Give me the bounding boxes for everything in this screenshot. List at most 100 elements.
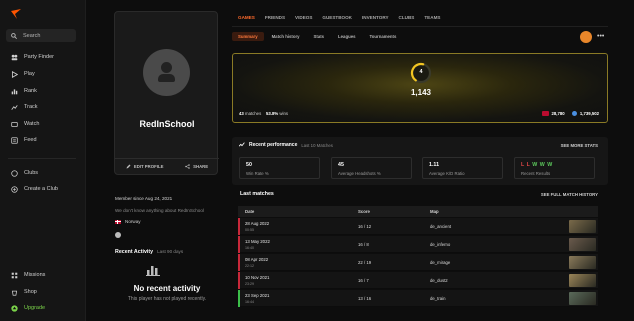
stat-value: 50 <box>246 162 252 168</box>
table-row[interactable]: 23 Sep 2021 16:44 13 / 16 de_train <box>238 290 598 307</box>
feed-icon <box>10 136 18 144</box>
search-label: Search <box>23 32 41 39</box>
stat-value: 1.11 <box>429 162 440 168</box>
subtab-tournaments[interactable]: Tournaments <box>363 32 402 41</box>
game-select-icon[interactable] <box>580 31 592 43</box>
table-row[interactable]: 28 Aug 2022 00:55 16 / 12 de_ancient <box>238 218 598 235</box>
rankings: 28,780 1,739,502 <box>541 111 599 116</box>
recent-performance-range: Last 10 Matches <box>301 142 333 148</box>
matches-table-header: Date Score Map <box>238 206 598 217</box>
sidebar-item-watch[interactable]: Watch <box>10 119 39 129</box>
search-input[interactable]: Search <box>6 29 76 42</box>
sidebar-item-label: Track <box>24 104 38 110</box>
upgrade-icon <box>10 304 18 312</box>
sidebar-item-play[interactable]: Play <box>10 69 35 79</box>
steam-icon[interactable] <box>115 232 121 238</box>
card-divider <box>115 158 219 159</box>
stat-label: Win Rate % <box>246 171 269 176</box>
table-row[interactable]: 13 May 2022 16:40 16 / 8 de_inferno <box>238 236 598 253</box>
sidebar-item-feed[interactable]: Feed <box>10 135 37 145</box>
performance-icon <box>239 142 245 147</box>
recent-activity-label: Recent Activity <box>115 249 154 255</box>
sidebar-item-label: Feed <box>24 137 37 143</box>
search-icon <box>11 32 17 39</box>
match-time: 00:55 <box>245 228 254 232</box>
avatar-body <box>158 74 175 82</box>
tab-friends[interactable]: FRIENDS <box>265 15 285 20</box>
hero-stats: 43 matches 53.8% wins <box>239 111 288 116</box>
recent-performance-title: Recent performance Last 10 Matches <box>239 142 333 148</box>
pencil-icon <box>126 164 131 169</box>
edit-profile-label: EDIT PROFILE <box>133 164 164 169</box>
share-button[interactable]: SHARE <box>185 164 208 169</box>
result-indicator <box>238 236 240 253</box>
subtab-summary[interactable]: Summary <box>232 32 264 41</box>
sidebar-item-upgrade[interactable]: Upgrade <box>10 303 45 313</box>
subtab-stats[interactable]: Stats <box>308 32 331 41</box>
matches-count: 43 <box>239 111 244 116</box>
recent-activity-title: Recent Activity Last 90 days <box>115 249 183 255</box>
sidebar-item-label: Missions <box>24 272 46 278</box>
header-date: Date <box>245 209 255 214</box>
tab-clubs[interactable]: CLUBS <box>399 15 415 20</box>
sidebar-item-label: Shop <box>24 289 37 295</box>
missions-icon <box>10 271 18 279</box>
sidebar-item-clubs[interactable]: Clubs <box>10 168 38 178</box>
sidebar-item-label: Clubs <box>24 170 39 176</box>
world-rank[interactable]: 1,739,502 <box>580 111 599 116</box>
last-matches-title: Last matches <box>240 191 274 197</box>
norway-flag-icon <box>541 111 549 116</box>
rank-icon <box>10 87 18 95</box>
subtab-match-history[interactable]: Match history <box>266 32 306 41</box>
faceit-logo-icon[interactable] <box>11 9 21 19</box>
result-indicator <box>238 254 240 271</box>
match-score: 22 / 19 <box>358 260 372 265</box>
track-icon <box>10 103 18 111</box>
subtab-leagues[interactable]: Leagues <box>332 32 361 41</box>
more-options-icon[interactable]: ••• <box>597 33 604 40</box>
sidebar-item-create-club[interactable]: Create a Club <box>10 184 58 194</box>
stat-headshots: 45 Average Headshots % <box>331 157 412 179</box>
party-finder-icon <box>10 53 18 61</box>
sidebar-item-rank[interactable]: Rank <box>10 86 37 96</box>
winrate-label: wins <box>279 111 289 116</box>
tab-games[interactable]: GAMES <box>238 15 255 20</box>
tab-videos[interactable]: VIDEOS <box>295 15 312 20</box>
sidebar-divider <box>8 158 76 159</box>
header-map: Map <box>430 209 439 214</box>
result-letter: W <box>547 162 553 168</box>
map-thumbnail <box>569 256 596 269</box>
map-thumbnail <box>569 238 596 251</box>
tab-guestbook[interactable]: GUESTBOOK <box>322 15 352 20</box>
stat-label: Recent Results <box>521 171 551 176</box>
tab-inventory[interactable]: INVENTORY <box>362 15 389 20</box>
country-rank[interactable]: 28,780 <box>552 111 565 116</box>
sidebar-item-missions[interactable]: Missions <box>10 270 45 280</box>
match-date: 23 Sep 2021 <box>245 293 270 298</box>
empty-activity-icon <box>146 266 160 276</box>
match-map: de_mirage <box>430 260 451 265</box>
match-date: 08 Apr 2022 <box>245 257 269 262</box>
game-subtabs: Summary Match history Stats Leagues Tour… <box>232 32 402 41</box>
stat-label: Average K/D Ratio <box>429 171 465 176</box>
header-score: Score <box>358 209 370 214</box>
sidebar-item-shop[interactable]: Shop <box>10 287 37 297</box>
table-row[interactable]: 08 Apr 2022 22:12 22 / 19 de_mirage <box>238 254 598 271</box>
result-letter: W <box>532 162 540 168</box>
sidebar-item-label: Upgrade <box>24 305 46 311</box>
sidebar-item-track[interactable]: Track <box>10 102 38 112</box>
table-row[interactable]: 10 Nov 2021 23:29 16 / 7 de_dust2 <box>238 272 598 289</box>
see-full-history-link[interactable]: SEE FULL MATCH HISTORY <box>541 192 598 197</box>
match-time: 23:29 <box>245 282 254 286</box>
matches-label: matches <box>244 111 262 116</box>
see-more-stats-link[interactable]: SEE MORE STATS <box>561 143 598 148</box>
stat-recent-results: L L W W W Recent Results <box>514 157 595 179</box>
share-icon <box>185 164 190 169</box>
match-time: 22:12 <box>245 264 254 268</box>
sidebar-item-party-finder[interactable]: Party Finder <box>10 52 54 62</box>
share-label: SHARE <box>193 164 209 169</box>
tab-teams[interactable]: TEAMS <box>424 15 440 20</box>
edit-profile-button[interactable]: EDIT PROFILE <box>126 164 164 169</box>
stat-kd-ratio: 1.11 Average K/D Ratio <box>422 157 503 179</box>
map-thumbnail <box>569 274 596 287</box>
